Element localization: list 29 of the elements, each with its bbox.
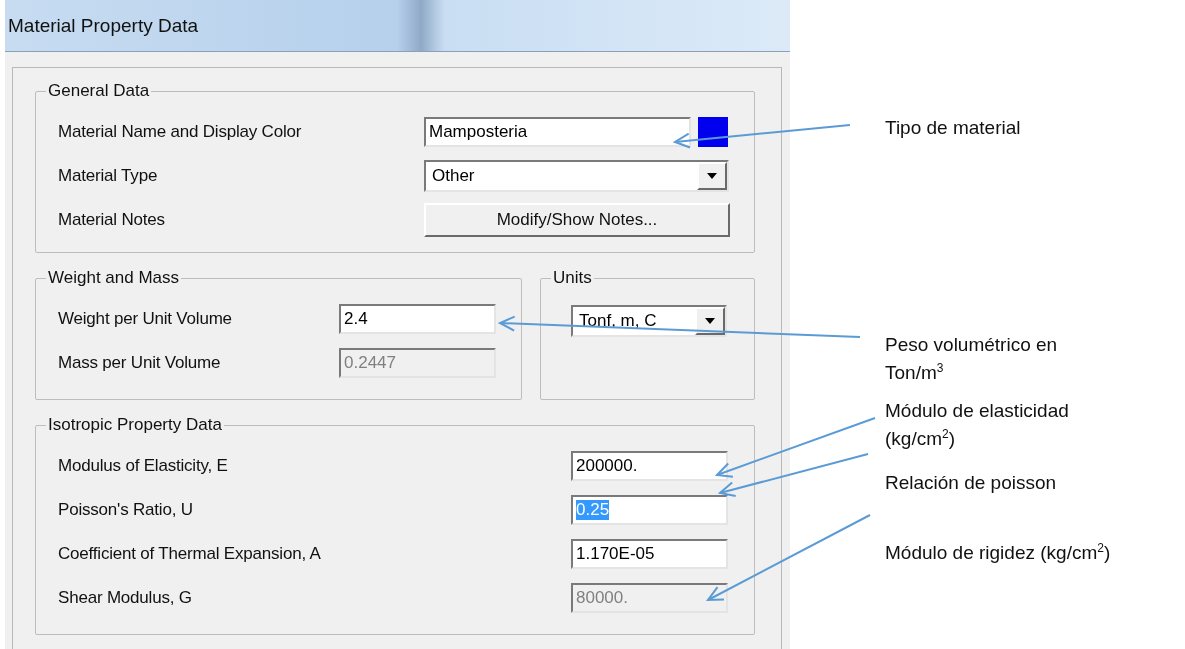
text-field[interactable]: 2.4 — [339, 304, 496, 334]
window-title: Material Property Data — [8, 14, 199, 37]
field-label: Shear Modulus, G — [58, 588, 193, 608]
group-title: Weight and Mass — [46, 268, 182, 288]
field-label: Weight per Unit Volume — [58, 309, 233, 329]
field-label: Material Type — [58, 166, 159, 186]
dropdown[interactable]: Other — [424, 160, 729, 192]
text-field[interactable]: 1.170E-05 — [571, 539, 728, 569]
text-field[interactable]: 200000. — [571, 451, 728, 481]
color-swatch[interactable] — [698, 117, 728, 147]
dropdown-button[interactable] — [697, 162, 727, 190]
modify-notes-button[interactable]: Modify/Show Notes... — [424, 203, 730, 237]
field-label: Material Notes — [58, 210, 166, 230]
field-label: Poisson's Ratio, U — [58, 500, 194, 520]
dropdown-button[interactable] — [695, 307, 725, 335]
field-label: Modulus of Elasticity, E — [58, 456, 229, 476]
annotation-text: Relación de poisson — [885, 471, 1057, 495]
field-label: Coefficient of Thermal Expansion, A — [58, 544, 322, 564]
annotation-text: Tipo de material — [885, 116, 1021, 140]
group-title: Isotropic Property Data — [46, 415, 224, 435]
annotation-text: Módulo de elasticidad (kg/cm$^{2}$) — [885, 399, 1069, 451]
field-label: Mass per Unit Volume — [58, 353, 222, 373]
dropdown-arrow-icon — [704, 317, 716, 325]
annotation-text: Módulo de rigidez (kg/cm$^{2}$) — [885, 539, 1111, 565]
text-field[interactable]: Mamposteria — [424, 117, 691, 147]
annotation-text: Peso volumétrico en Ton/m$^{3}$ — [885, 333, 1058, 385]
field-label: Material Name and Display Color — [58, 122, 303, 142]
dropdown-arrow-icon — [706, 172, 718, 180]
units-dropdown[interactable]: Tonf, m, C — [571, 305, 727, 337]
